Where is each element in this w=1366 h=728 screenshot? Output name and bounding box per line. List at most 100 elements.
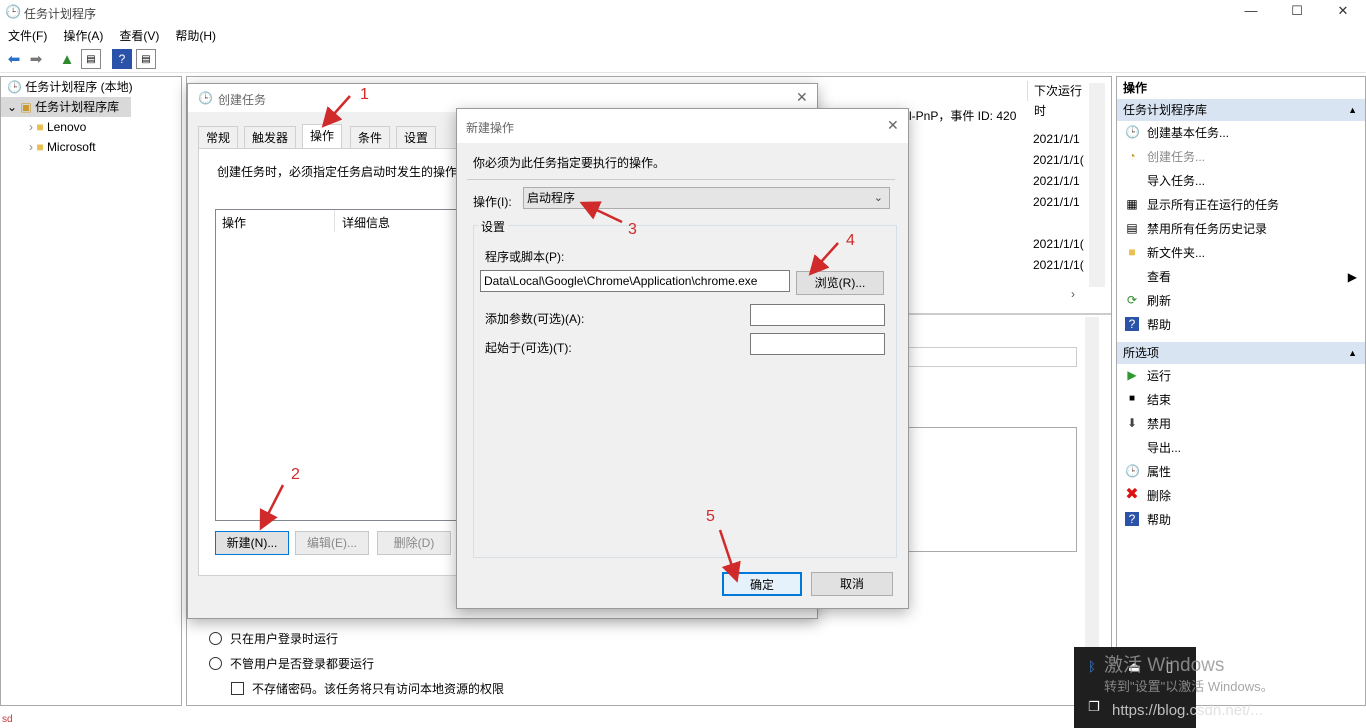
- tree-root[interactable]: 🕒 任务计划程序 (本地): [1, 77, 181, 97]
- tree-item-microsoft[interactable]: › ■ Microsoft: [1, 137, 181, 157]
- annotation-number-2: 2: [291, 466, 300, 483]
- detail-field: [907, 347, 1077, 367]
- tree-item-lenovo[interactable]: › ■ Lenovo: [1, 117, 181, 137]
- corner-text: sd: [2, 714, 13, 725]
- tab-conditions[interactable]: 条件: [350, 126, 391, 148]
- activate-windows-title: 激活 Windows: [1104, 655, 1225, 676]
- dialog-title: 创建任务: [218, 93, 267, 107]
- menu-action[interactable]: 操作(A): [55, 24, 111, 44]
- tree-library[interactable]: ⌄ ▣ 任务计划程序库: [1, 97, 131, 117]
- action-create-task[interactable]: ◔ 创建任务...: [1117, 145, 1365, 169]
- help-icon: ?: [1125, 317, 1139, 331]
- close-icon[interactable]: ✕: [887, 117, 899, 134]
- activate-windows-text: 转到"设置"以激活 Windows。: [1104, 679, 1274, 694]
- detail-box: [907, 427, 1077, 552]
- start-in-input[interactable]: [750, 333, 885, 355]
- stop-icon: ■: [1128, 393, 1136, 404]
- back-icon[interactable]: ⬅: [4, 49, 24, 69]
- actions-header: 操作: [1123, 81, 1148, 95]
- section-library[interactable]: 任务计划程序库 ▲: [1117, 99, 1365, 121]
- browse-button[interactable]: 浏览(R)...: [796, 271, 884, 295]
- scrollbar-vertical-lower[interactable]: [1085, 317, 1099, 677]
- help-icon[interactable]: ?: [112, 49, 132, 69]
- clock-icon: 🕒: [5, 4, 22, 19]
- menu-view[interactable]: 查看(V): [111, 24, 167, 44]
- run-icon: ▶: [1127, 368, 1137, 382]
- action-run[interactable]: ▶ 运行: [1117, 364, 1365, 388]
- bluetooth-icon[interactable]: ᛒ: [1088, 659, 1096, 674]
- column-next-run[interactable]: 下次运行时: [1027, 81, 1091, 118]
- new-action-dialog: 新建操作 ✕ 你必须为此任务指定要执行的操作。 操作(I): 启动程序 ⌄ 设置…: [456, 108, 909, 609]
- forward-icon[interactable]: ➡: [26, 49, 46, 69]
- next-run-dates: 2021/1/1 2021/1/1(2021/1/1 2021/1/1 2021/1/…: [1033, 132, 1084, 272]
- tab-triggers[interactable]: 触发器: [244, 126, 297, 148]
- program-label: 程序或脚本(P):: [485, 250, 565, 264]
- action-new-folder[interactable]: ■ 新文件夹...: [1117, 241, 1365, 265]
- action-help[interactable]: ? 帮助: [1117, 313, 1365, 337]
- action-refresh[interactable]: ⟳ 刷新: [1117, 289, 1365, 313]
- show-pane-icon[interactable]: ▤: [81, 49, 101, 69]
- scroll-right-icon[interactable]: ›: [1071, 287, 1075, 301]
- tab-general[interactable]: 常规: [198, 126, 239, 148]
- action-delete[interactable]: ✖ 删除: [1117, 484, 1365, 508]
- radio-button[interactable]: [209, 632, 222, 645]
- section-selected[interactable]: 所选项 ▲: [1117, 342, 1365, 364]
- args-input[interactable]: [750, 304, 885, 326]
- properties-icon: 🕒: [1125, 464, 1140, 478]
- column-detail[interactable]: 详细信息: [342, 214, 390, 231]
- action-help-2[interactable]: ? 帮助: [1117, 508, 1365, 532]
- delete-button[interactable]: 删除(D): [377, 531, 451, 555]
- new-action-description: 你必须为此任务指定要执行的操作。: [473, 156, 666, 170]
- folder-icon: ■: [36, 140, 44, 154]
- chevron-down-icon: ⌄: [873, 192, 883, 204]
- csdn-watermark: https://blog.csdn.net/...: [1112, 702, 1263, 719]
- maximize-button[interactable]: ☐: [1274, 0, 1320, 24]
- action-label: 操作(I):: [473, 195, 512, 209]
- cancel-button[interactable]: 取消: [811, 572, 893, 596]
- up-folder-icon[interactable]: ▲: [57, 49, 77, 69]
- column-action[interactable]: 操作: [222, 214, 246, 231]
- radio-always[interactable]: 不管用户是否登录都要运行: [209, 655, 374, 672]
- menu-file[interactable]: 文件(F): [0, 24, 55, 44]
- radio-button[interactable]: [209, 657, 222, 670]
- new-button[interactable]: 新建(N)...: [215, 531, 289, 555]
- action-end[interactable]: ■ 结束: [1117, 388, 1365, 412]
- start-in-label: 起始于(可选)(T):: [485, 341, 572, 355]
- annotation-number-4: 4: [846, 232, 855, 249]
- action-create-basic-task[interactable]: 🕒 创建基本任务...: [1117, 121, 1365, 145]
- actions-panel: 操作 任务计划程序库 ▲ 🕒 创建基本任务... ◔ 创建任务... 导入任务... …: [1116, 76, 1366, 706]
- action-pane-icon[interactable]: ▤: [136, 49, 156, 69]
- ok-button[interactable]: 确定: [722, 572, 802, 596]
- settings-group: 设置 程序或脚本(P): Data\Local\Google\Chrome\Ap…: [473, 218, 897, 558]
- collapse-icon: ▲: [1348, 348, 1357, 358]
- delete-icon: ✖: [1125, 486, 1139, 503]
- scrollbar-vertical[interactable]: [1089, 83, 1105, 287]
- tree-panel: 🕒 任务计划程序 (本地) ⌄ ▣ 任务计划程序库 › ■ Lenovo › ■…: [0, 76, 182, 706]
- window-icon[interactable]: ❐: [1088, 699, 1100, 715]
- checkbox-no-password[interactable]: 不存储密码。该任务将只有访问本地资源的权限: [231, 680, 504, 697]
- action-disable[interactable]: ⬇ 禁用: [1117, 412, 1365, 436]
- tab-actions[interactable]: 操作: [302, 124, 343, 148]
- action-import-task[interactable]: 导入任务...: [1117, 169, 1365, 193]
- expand-icon: ⌄: [7, 100, 18, 114]
- minimize-button[interactable]: —: [1228, 0, 1274, 24]
- tab-settings[interactable]: 设置: [396, 126, 437, 148]
- edit-button[interactable]: 编辑(E)...: [295, 531, 369, 555]
- action-show-running[interactable]: ▦ 显示所有正在运行的任务: [1117, 193, 1365, 217]
- close-icon[interactable]: ✕: [796, 89, 808, 106]
- close-button[interactable]: ✕: [1320, 0, 1366, 24]
- checkbox[interactable]: [231, 682, 244, 695]
- title-bar: 🕒 任务计划程序 — ☐ ✕: [0, 0, 1366, 24]
- menu-help[interactable]: 帮助(H): [167, 24, 224, 44]
- action-disable-history[interactable]: ▤ 禁用所有任务历史记录: [1117, 217, 1365, 241]
- dialog-title-bar: 新建操作 ✕: [457, 109, 908, 143]
- disable-icon: ⬇: [1126, 416, 1138, 430]
- action-select[interactable]: 启动程序 ⌄: [523, 187, 890, 209]
- action-export[interactable]: 导出...: [1117, 436, 1365, 460]
- history-icon: ▤: [1126, 221, 1138, 235]
- action-view[interactable]: 查看 ▶: [1117, 265, 1365, 289]
- action-properties[interactable]: 🕒 属性: [1117, 460, 1365, 484]
- event-text: l-PnP，事件 ID: 420: [909, 109, 1017, 123]
- program-input[interactable]: Data\Local\Google\Chrome\Application\chr…: [480, 270, 790, 292]
- radio-logged-on[interactable]: 只在用户登录时运行: [209, 630, 338, 647]
